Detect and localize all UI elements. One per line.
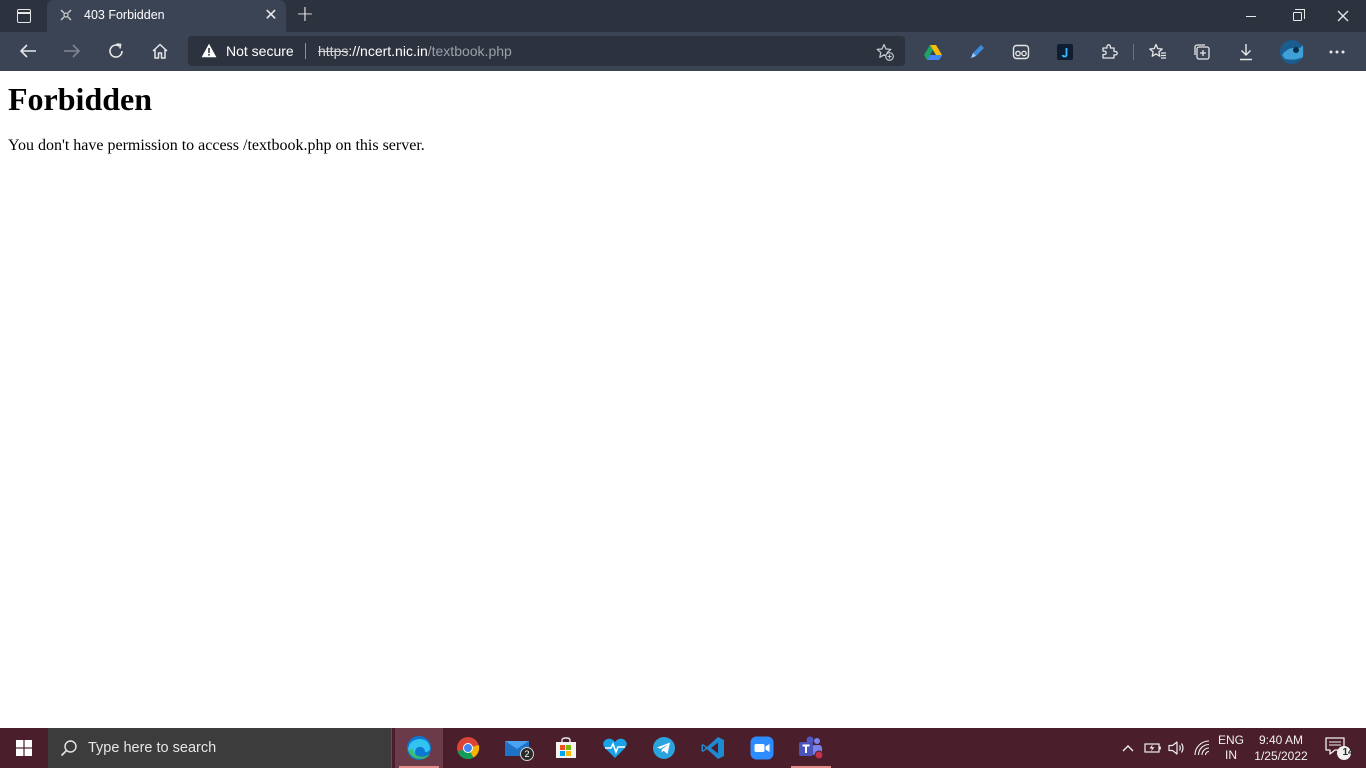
search-placeholder: Type here to search <box>88 740 217 756</box>
new-tab-button[interactable]: + <box>294 4 316 26</box>
taskbar-search-box[interactable]: Type here to search <box>48 728 392 768</box>
pen-extension[interactable] <box>962 37 992 67</box>
address-bar[interactable]: Not secure https://ncert.nic.in/textbook… <box>188 36 905 66</box>
notification-count: 14 <box>1342 747 1354 758</box>
glasses-icon <box>1012 44 1030 60</box>
store-icon <box>556 737 576 758</box>
browser-tab-bar: 403 Forbidden ✕ + <box>0 0 1366 32</box>
taskbar-edge[interactable] <box>395 728 443 768</box>
refresh-button[interactable] <box>100 36 132 66</box>
clock-time: 9:40 AM <box>1258 733 1304 747</box>
url-path: /textbook.php <box>427 43 512 59</box>
vscode-icon <box>701 737 724 759</box>
profile-avatar-icon <box>1280 40 1304 64</box>
favorites-button[interactable] <box>1143 37 1173 67</box>
toolbar-divider <box>1133 44 1134 60</box>
address-divider <box>305 43 306 59</box>
add-favorite-icon[interactable] <box>876 43 894 61</box>
browser-toolbar: Not secure https://ncert.nic.in/textbook… <box>0 32 1366 71</box>
taskbar-chrome[interactable] <box>444 728 492 768</box>
warning-icon <box>201 43 217 58</box>
minimize-icon <box>1246 15 1256 17</box>
taskbar-zoom[interactable] <box>738 728 786 768</box>
download-icon <box>1240 44 1252 61</box>
action-center-button[interactable]: 14 <box>1318 728 1358 768</box>
windows-logo-icon <box>16 740 32 756</box>
zoom-video-icon <box>750 736 774 760</box>
mail-unread-badge: 2 <box>520 747 534 761</box>
url-scheme: https <box>318 43 349 59</box>
network-status[interactable] <box>1190 728 1214 768</box>
system-clock[interactable]: 9:40 AM 1/25/2022 <box>1250 732 1312 764</box>
taskbar-store[interactable] <box>542 728 590 768</box>
favorites-star-icon <box>1149 43 1166 59</box>
extensions-button[interactable] <box>1094 37 1124 67</box>
show-hidden-icons-button[interactable] <box>1117 728 1139 768</box>
battery-charging-icon <box>1144 743 1161 753</box>
chevron-up-icon <box>1122 745 1134 752</box>
web-page-content: Forbidden You don't have permission to a… <box>0 71 1366 728</box>
edge-browser-icon <box>407 736 431 760</box>
error-message: You don't have permission to access /tex… <box>8 137 425 154</box>
url-text[interactable]: https://ncert.nic.in/textbook.php <box>318 43 512 59</box>
tab-title: 403 Forbidden <box>84 8 165 22</box>
start-button[interactable] <box>0 728 48 768</box>
tab-actions-icon <box>17 9 31 23</box>
teams-icon <box>799 736 824 760</box>
active-tab[interactable]: 403 Forbidden ✕ <box>47 0 286 32</box>
telegram-icon <box>653 737 675 759</box>
j-extension[interactable] <box>1050 37 1080 67</box>
home-button[interactable] <box>144 36 176 66</box>
security-status[interactable]: Not secure <box>226 43 294 59</box>
taskbar-health-app[interactable] <box>591 728 639 768</box>
tab-actions-button[interactable] <box>8 6 40 26</box>
google-drive-icon <box>924 45 942 60</box>
restore-icon <box>1292 8 1305 21</box>
windows-taskbar: Type here to search 2 ENG IN 9:40 AM 1/2… <box>0 728 1366 768</box>
reader-extension[interactable] <box>1006 37 1036 67</box>
taskbar-teams[interactable] <box>787 728 835 768</box>
forward-button[interactable] <box>56 36 88 66</box>
collections-button[interactable] <box>1187 37 1217 67</box>
settings-more-button[interactable] <box>1322 37 1352 67</box>
window-close-button[interactable] <box>1320 0 1366 32</box>
language-region: IN <box>1225 748 1237 762</box>
heartbeat-icon <box>603 738 627 758</box>
language-code: ENG <box>1217 733 1244 747</box>
back-button[interactable] <box>12 36 44 66</box>
taskbar-mail[interactable]: 2 <box>493 728 541 768</box>
taskbar-telegram[interactable] <box>640 728 688 768</box>
window-restore-button[interactable] <box>1274 0 1320 32</box>
pen-icon <box>971 45 984 58</box>
arrow-left-icon <box>19 44 36 58</box>
site-favicon-icon <box>60 9 72 21</box>
clock-date: 1/25/2022 <box>1254 749 1308 763</box>
close-icon <box>1337 10 1349 22</box>
url-separator: :// <box>348 43 361 59</box>
home-icon <box>152 43 168 59</box>
google-drive-extension[interactable] <box>918 37 948 67</box>
input-language[interactable]: ENG IN <box>1216 733 1246 763</box>
j-letter-icon <box>1057 44 1073 60</box>
arrow-right-icon <box>64 44 81 58</box>
chrome-icon <box>457 737 480 760</box>
refresh-icon <box>109 43 123 58</box>
puzzle-icon <box>1102 44 1118 59</box>
collections-icon <box>1194 44 1210 60</box>
tab-close-icon[interactable]: ✕ <box>263 7 279 23</box>
page-title: Forbidden <box>8 81 153 117</box>
url-host: ncert.nic.in <box>360 43 428 59</box>
volume-status[interactable] <box>1165 728 1189 768</box>
downloads-button[interactable] <box>1231 37 1261 67</box>
taskbar-vscode[interactable] <box>689 728 737 768</box>
window-minimize-button[interactable] <box>1228 0 1274 32</box>
wifi-icon <box>1194 740 1210 756</box>
battery-status[interactable] <box>1141 728 1165 768</box>
search-icon <box>60 740 77 757</box>
speaker-icon <box>1168 741 1184 755</box>
profile-button[interactable] <box>1277 37 1307 67</box>
more-dots-icon <box>1329 50 1345 54</box>
